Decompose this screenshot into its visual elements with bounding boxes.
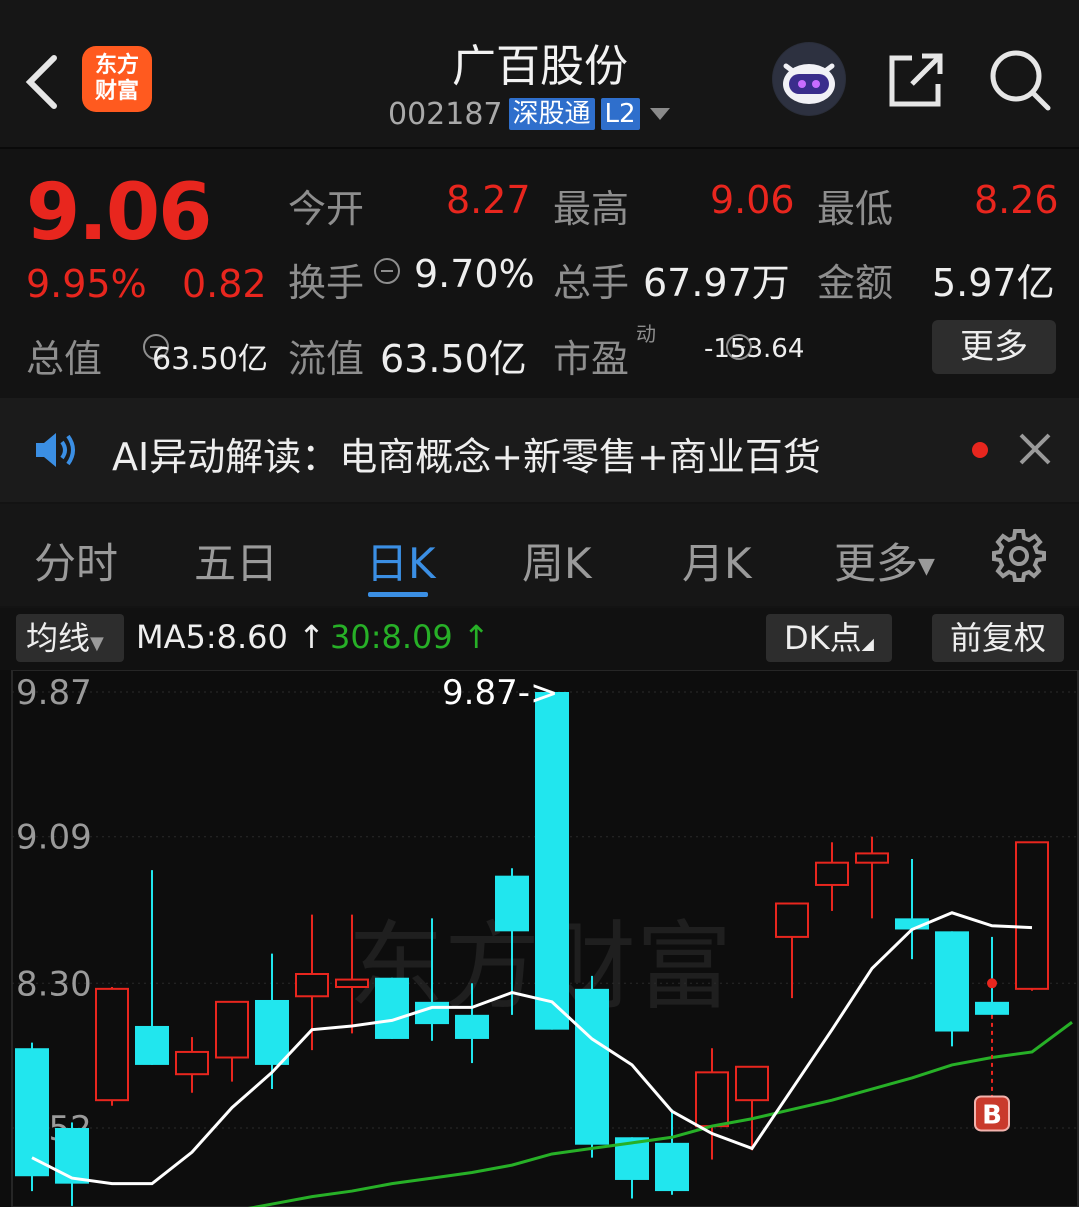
triangle-down-icon: ▼ [918, 554, 935, 579]
pe-superscript: 动 [636, 322, 656, 346]
pe-label: 市盈 [553, 337, 630, 381]
kline-chart[interactable]: 东方财富 9.879.098.307.52 9.87-> B [0, 670, 1079, 1207]
candle-up [215, 1000, 249, 1059]
share-icon[interactable] [886, 50, 946, 110]
buy-signal-text: B [982, 1100, 1002, 1130]
tab-intraday[interactable]: 分时 [34, 530, 118, 591]
divider [0, 147, 1079, 149]
volume-label: 总手 [553, 261, 630, 305]
candle-up [1015, 841, 1049, 990]
stock-name: 广百股份 [452, 41, 628, 92]
tab-monthly-k[interactable]: 月K [682, 530, 752, 591]
logo-text-1: 东方 [94, 53, 139, 78]
candle-down [455, 1014, 489, 1039]
connect-tag: 深股通 [508, 98, 595, 130]
pe-value: -153.64 [704, 334, 805, 364]
y-tick-label: 8.30 [16, 964, 92, 1004]
open-value: 8.27 [446, 178, 531, 222]
chevron-down-icon[interactable] [649, 108, 670, 120]
amount-value: 5.97亿 [932, 261, 1055, 305]
y-tick-label: 9.09 [16, 818, 92, 858]
back-arrow-icon[interactable] [22, 52, 62, 112]
eastmoney-logo[interactable]: 东方 财富 [82, 46, 152, 112]
candle-down [55, 1128, 89, 1184]
speaker-icon [36, 433, 75, 467]
mktcap-label: 总值 [26, 337, 103, 381]
candle-down [495, 875, 529, 932]
ma5-value: MA5:8.60 ↑ [136, 618, 325, 656]
level2-tag: L2 [600, 98, 640, 130]
max-price-label: 9.87-> [442, 673, 558, 713]
candle-down [415, 1001, 449, 1025]
y-tick-label: 9.87 [16, 673, 92, 713]
corner-triangle-icon: ◢ [861, 634, 874, 653]
candle-down [135, 1025, 169, 1065]
low-label: 最低 [817, 187, 894, 231]
candle-down [535, 692, 569, 1030]
tab-daily-k[interactable]: 日K [366, 530, 436, 591]
candle-up [175, 1050, 209, 1076]
settings-gear-icon[interactable] [992, 528, 1046, 582]
candle-down [655, 1142, 689, 1192]
candle-up [295, 973, 329, 998]
close-icon[interactable] [1018, 432, 1052, 466]
candle-down [375, 977, 409, 1039]
open-label: 今开 [288, 187, 365, 231]
candle-up [855, 852, 889, 864]
triangle-down-icon: ▼ [90, 633, 104, 654]
candle-down [255, 999, 289, 1065]
signal-dot [987, 978, 997, 989]
volume-value: 67.97万 [643, 261, 790, 305]
high-label: 最高 [553, 187, 630, 231]
candle-up [815, 861, 849, 886]
logo-text-2: 财富 [94, 79, 139, 104]
stock-subtitle[interactable]: 002187 深股通 L2 [388, 96, 670, 132]
tab-active-indicator [368, 592, 428, 597]
candle-down [15, 1048, 49, 1177]
turnover-value: 9.70% [414, 252, 535, 296]
turnover-label: 换手 [288, 261, 365, 305]
candle-up [775, 902, 809, 938]
candle-down [575, 988, 609, 1145]
search-icon[interactable] [988, 48, 1052, 112]
dk-point-label: DK点 [784, 619, 862, 657]
tab-weekly-k[interactable]: 周K [522, 530, 592, 591]
robot-avatar-icon[interactable] [772, 42, 846, 116]
candle-up [335, 978, 369, 988]
float-value: 63.50亿 [380, 337, 527, 381]
info-icon[interactable] [374, 258, 400, 284]
change-percent: 9.95% [26, 262, 147, 306]
float-label: 流值 [288, 337, 365, 381]
candle-up [95, 987, 129, 1102]
candle-up [735, 1065, 769, 1102]
ma30-value: 30:8.09 ↑ [330, 618, 490, 656]
tab-more[interactable]: 更多▼ [834, 530, 935, 591]
low-value: 8.26 [974, 178, 1059, 222]
adjust-type-button[interactable]: 前复权 [932, 614, 1064, 662]
ma-selector-button[interactable]: 均线▼ [16, 614, 124, 662]
ma-selector-label: 均线 [26, 619, 91, 657]
tab-five-day[interactable]: 五日 [194, 530, 278, 591]
high-value: 9.06 [710, 178, 795, 222]
candle-down [975, 1001, 1009, 1015]
stock-code: 002187 [388, 96, 503, 132]
unread-dot [972, 442, 988, 458]
tab-more-label: 更多 [834, 539, 919, 588]
change-amount: 0.82 [182, 262, 267, 306]
dk-point-button[interactable]: DK点◢ [766, 614, 892, 662]
ai-insight-text[interactable]: AI异动解读：电商概念+新零售+商业百货 [112, 426, 821, 481]
mktcap-value: 63.50亿 [152, 342, 268, 377]
candle-up [695, 1071, 729, 1128]
more-quote-button[interactable]: 更多 [932, 320, 1056, 374]
candle-down [935, 931, 969, 1032]
amount-label: 金额 [817, 261, 894, 305]
last-price: 9.06 [26, 168, 212, 258]
